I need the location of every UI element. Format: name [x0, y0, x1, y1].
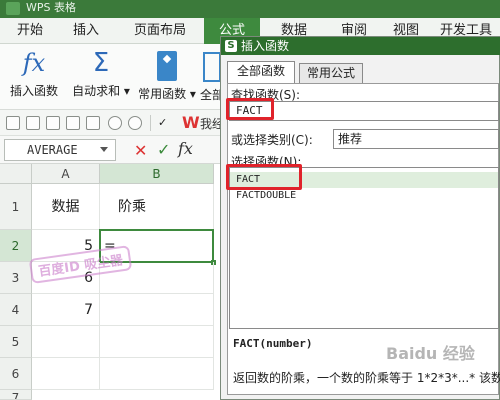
column-header-a[interactable]: A [32, 164, 100, 184]
wps-logo-icon [6, 2, 20, 15]
category-label: 或选择类别(C): [231, 133, 313, 147]
undo-icon[interactable] [108, 116, 122, 130]
fx-icon[interactable]: fx [178, 139, 193, 158]
highlight-selected-function [226, 164, 302, 190]
column-header-b[interactable]: B [100, 164, 214, 184]
sigma-icon: Σ [92, 48, 110, 78]
chevron-down-icon[interactable] [100, 147, 108, 152]
cell-a5[interactable] [32, 326, 100, 358]
redo-icon[interactable] [128, 116, 142, 130]
title-bar: WPS 表格 [0, 0, 500, 18]
autosum-button[interactable]: Σ 自动求和 ▾ [68, 48, 134, 106]
function-list[interactable]: FACT FACTDOUBLE [229, 167, 499, 329]
dialog-title[interactable]: 插入函数 [221, 37, 500, 55]
tab-home[interactable]: 开始 [6, 18, 54, 44]
fx-icon: fx [22, 49, 46, 77]
common-functions-label: 常用函数 ▾ [138, 87, 196, 101]
print-preview-icon[interactable] [86, 116, 100, 130]
tab-insert[interactable]: 插入 [62, 18, 110, 44]
window-title: WPS 表格 [26, 1, 76, 14]
baidu-jingyan-watermark: Baidu 经验 [386, 344, 475, 363]
customize-icon[interactable]: ✓ [158, 116, 172, 130]
function-description: 返回数的阶乘，一个数的阶乘等于 1*2*3*...* 该数 [233, 371, 500, 385]
row-header-6[interactable]: 6 [0, 358, 32, 390]
print-icon[interactable] [66, 116, 80, 130]
wps-w-icon: W [182, 113, 200, 132]
confirm-icon[interactable]: ✓ [157, 140, 170, 159]
cancel-icon[interactable]: ✕ [134, 141, 147, 160]
cell-b4[interactable] [100, 294, 214, 326]
export-pdf-icon[interactable] [46, 116, 60, 130]
highlight-search-box [226, 98, 274, 120]
function-signature: FACT(number) [233, 337, 313, 350]
select-all-corner[interactable] [0, 164, 32, 184]
save-icon[interactable] [26, 116, 40, 130]
open-folder-icon[interactable] [6, 116, 20, 130]
tab-page-layout[interactable]: 页面布局 [124, 18, 196, 44]
insert-function-button[interactable]: fx 插入函数 [6, 48, 62, 106]
category-select[interactable]: 推荐 [333, 129, 499, 149]
cell-b1[interactable]: 阶乘 [100, 184, 214, 230]
row-header-7[interactable]: 7 [0, 390, 32, 400]
row-header-1[interactable]: 1 [0, 184, 32, 230]
toolbar-divider [150, 115, 151, 131]
common-functions-button[interactable]: 常用函数 ▾ [134, 48, 200, 106]
wps-s-logo-icon: S [225, 40, 237, 52]
cell-b5[interactable] [100, 326, 214, 358]
row-header-3[interactable]: 3 [0, 262, 32, 294]
row-header-5[interactable]: 5 [0, 326, 32, 358]
cell-a6[interactable] [32, 358, 100, 390]
cell-a4[interactable]: 7 [32, 294, 100, 326]
tab-common-formulas[interactable]: 常用公式 [299, 63, 363, 83]
insert-function-label: 插入函数 [9, 84, 58, 98]
cell-b6[interactable] [100, 358, 214, 390]
tab-all-functions[interactable]: 全部函数 [227, 61, 295, 83]
row-header-2[interactable]: 2 [0, 230, 32, 262]
cell-a1[interactable]: 数据 [32, 184, 100, 230]
list-item-factdouble[interactable]: FACTDOUBLE [230, 188, 498, 204]
autosum-label: 自动求和 ▾ [72, 84, 130, 98]
function-book-icon [157, 51, 177, 81]
row-header-4[interactable]: 4 [0, 294, 32, 326]
all-functions-icon [203, 52, 221, 82]
